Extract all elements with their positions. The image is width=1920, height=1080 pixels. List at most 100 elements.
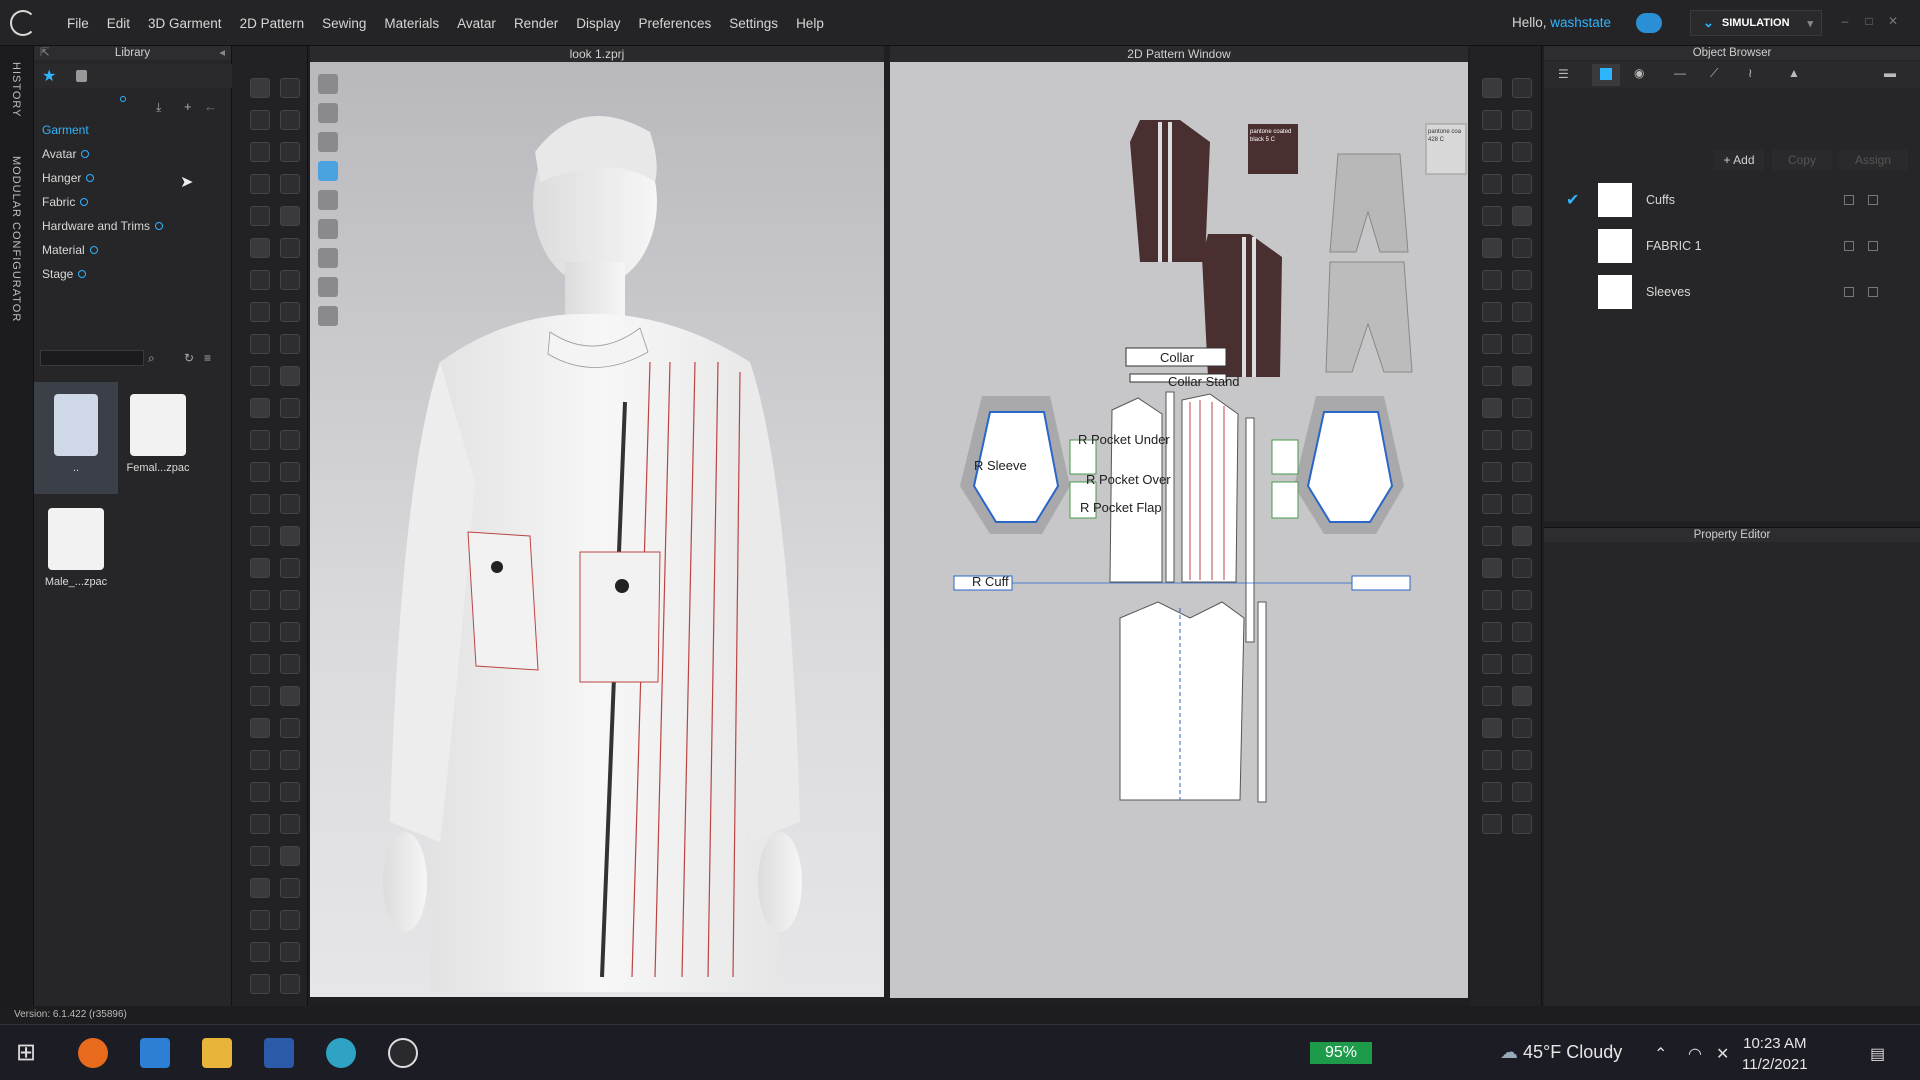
library-file-male[interactable]: Male_...zpac: [34, 496, 118, 608]
tool-icon[interactable]: [280, 302, 300, 322]
tool-icon[interactable]: [1482, 558, 1502, 578]
tool-icon[interactable]: [280, 78, 300, 98]
tool-icon[interactable]: [1512, 302, 1532, 322]
tool-icon[interactable]: [250, 942, 270, 962]
tool-icon[interactable]: [1482, 590, 1502, 610]
word-icon[interactable]: [264, 1038, 294, 1068]
undock-icon[interactable]: ⇱: [40, 46, 50, 60]
checkmark-icon[interactable]: ✔: [1566, 190, 1579, 210]
menu-help[interactable]: Help: [787, 16, 833, 31]
tool-icon[interactable]: [1512, 78, 1532, 98]
2d-pattern-canvas[interactable]: Collar Collar Stand R Sleeve R Pocket Un…: [890, 62, 1468, 998]
view-tool-icon[interactable]: [318, 132, 338, 152]
library-file-female[interactable]: Femal...zpac: [116, 382, 200, 494]
list-view-icon[interactable]: ≡: [204, 351, 211, 365]
fabric-copy-icon[interactable]: [1844, 195, 1854, 205]
tool-icon[interactable]: [1482, 302, 1502, 322]
menu-render[interactable]: Render: [505, 16, 567, 31]
copy-fabric-button[interactable]: Copy: [1772, 150, 1832, 170]
tool-icon[interactable]: [250, 974, 270, 994]
tool-icon[interactable]: [250, 526, 270, 546]
tool-icon[interactable]: [280, 366, 300, 386]
tool-icon[interactable]: [280, 334, 300, 354]
library-search-input[interactable]: [40, 350, 144, 366]
tool-icon[interactable]: [280, 206, 300, 226]
tool-icon[interactable]: [280, 238, 300, 258]
tool-icon[interactable]: [1482, 78, 1502, 98]
windows-start-icon[interactable]: ⊞: [16, 1038, 46, 1068]
tool-icon[interactable]: [280, 398, 300, 418]
tool-icon[interactable]: [250, 910, 270, 930]
zipper-icon[interactable]: —: [1674, 66, 1686, 80]
sync-icon[interactable]: [120, 96, 126, 102]
tool-icon[interactable]: [250, 302, 270, 322]
topstitch-icon[interactable]: ⟋: [1710, 66, 1718, 81]
tool-icon[interactable]: [1512, 110, 1532, 130]
maximize-icon[interactable]: □: [1862, 14, 1876, 28]
assign-fabric-button[interactable]: Assign: [1838, 150, 1908, 170]
favorites-star-icon[interactable]: ★: [42, 66, 56, 86]
tool-icon[interactable]: [1512, 238, 1532, 258]
tool-icon[interactable]: [280, 590, 300, 610]
library-tree-item[interactable]: Avatar: [42, 142, 163, 166]
tool-icon[interactable]: [280, 654, 300, 674]
tool-icon[interactable]: [1482, 782, 1502, 802]
view-tool-icon[interactable]: [318, 248, 338, 268]
button-icon[interactable]: ◉: [1634, 66, 1644, 80]
tool-icon[interactable]: [1512, 270, 1532, 290]
tool-icon[interactable]: [1482, 750, 1502, 770]
tool-icon[interactable]: [1482, 366, 1502, 386]
fabric-copy-icon[interactable]: [1844, 287, 1854, 297]
tool-icon[interactable]: [280, 430, 300, 450]
tool-icon[interactable]: [250, 782, 270, 802]
battery-indicator[interactable]: 95%: [1310, 1042, 1372, 1064]
username-link[interactable]: washstate: [1550, 15, 1611, 30]
tool-icon[interactable]: [1512, 494, 1532, 514]
mail-icon[interactable]: [140, 1038, 170, 1068]
simulation-mode-button[interactable]: ⌄ SIMULATION ▾: [1690, 10, 1822, 36]
view-tool-icon[interactable]: [318, 306, 338, 326]
collapse-left-icon[interactable]: ◂: [219, 46, 225, 60]
tool-icon[interactable]: [280, 750, 300, 770]
tool-icon[interactable]: [250, 878, 270, 898]
pattern-label-collar[interactable]: Collar: [1160, 350, 1194, 365]
view-tool-icon[interactable]: [318, 219, 338, 239]
tool-icon[interactable]: [1512, 174, 1532, 194]
tool-icon[interactable]: [280, 942, 300, 962]
tool-icon[interactable]: [250, 558, 270, 578]
tool-icon[interactable]: [1482, 494, 1502, 514]
tool-icon[interactable]: [250, 238, 270, 258]
menu-edit[interactable]: Edit: [98, 16, 139, 31]
tool-icon[interactable]: [250, 78, 270, 98]
tool-icon[interactable]: [1512, 366, 1532, 386]
library-tree-item[interactable]: Material: [42, 238, 163, 262]
tool-icon[interactable]: [1482, 686, 1502, 706]
tool-icon[interactable]: [250, 334, 270, 354]
fabric-delete-icon[interactable]: [1868, 287, 1878, 297]
file-explorer-icon[interactable]: [202, 1038, 232, 1068]
tool-icon[interactable]: [1512, 814, 1532, 834]
tool-icon[interactable]: [250, 462, 270, 482]
tool-icon[interactable]: [1482, 334, 1502, 354]
tool-icon[interactable]: [280, 174, 300, 194]
tool-icon[interactable]: [280, 110, 300, 130]
menu-materials[interactable]: Materials: [375, 16, 448, 31]
download-icon[interactable]: ⤓: [156, 100, 161, 115]
tool-icon[interactable]: [280, 718, 300, 738]
tool-icon[interactable]: [250, 494, 270, 514]
tool-icon[interactable]: [250, 750, 270, 770]
pattern-label-r-sleeve[interactable]: R Sleeve: [974, 458, 1027, 473]
tool-icon[interactable]: [280, 814, 300, 834]
pattern-label-r-cuff[interactable]: R Cuff: [972, 574, 1009, 589]
add-folder-icon[interactable]: +: [184, 99, 192, 114]
tool-icon[interactable]: [250, 270, 270, 290]
fabric-delete-icon[interactable]: [1868, 195, 1878, 205]
tool-icon[interactable]: [250, 718, 270, 738]
tool-icon[interactable]: [280, 142, 300, 162]
fabric-delete-icon[interactable]: [1868, 241, 1878, 251]
menu-sewing[interactable]: Sewing: [313, 16, 375, 31]
tool-icon[interactable]: [1512, 750, 1532, 770]
bag-icon[interactable]: [76, 70, 87, 82]
fabric-row[interactable]: ✔ Cuffs: [1544, 178, 1920, 222]
tool-icon[interactable]: [250, 814, 270, 834]
